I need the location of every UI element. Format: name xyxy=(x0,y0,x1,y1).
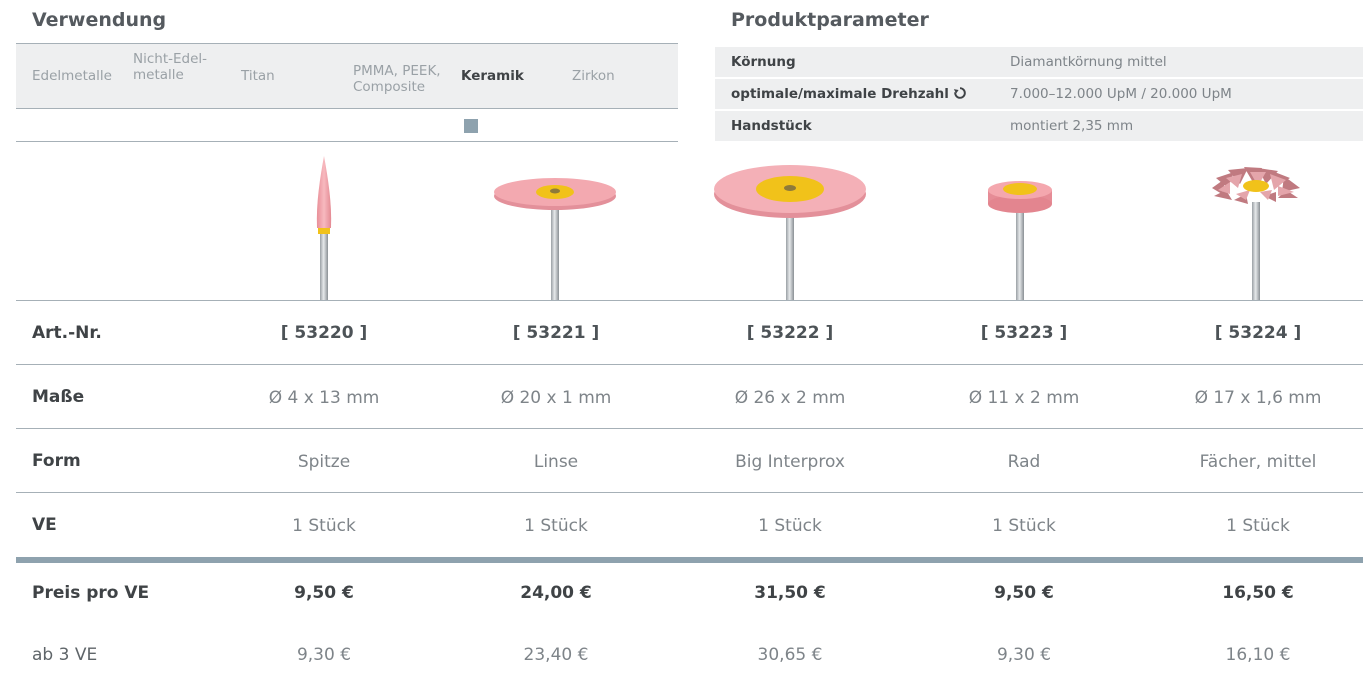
preis-53221: 24,00 € xyxy=(520,583,592,603)
material-edelmetalle: Edelmetalle xyxy=(32,68,112,84)
row-label-art-nr: Art.-Nr. xyxy=(32,323,102,343)
preis-53224: 16,50 € xyxy=(1222,583,1294,603)
row-label-ve: VE xyxy=(32,515,57,535)
ve-53220: 1 Stück xyxy=(292,516,356,536)
flame-icon xyxy=(316,156,332,300)
param-value-koernung: Diamantkörnung mittel xyxy=(1010,54,1167,70)
product-image-53222 xyxy=(712,148,872,300)
material-pmma-peek-composite: PMMA, PEEK, Composite xyxy=(353,63,441,95)
masse-53223: Ø 11 x 2 mm xyxy=(968,388,1080,408)
verwendung-header-row: Edelmetalle Nicht-Edel- metalle Titan PM… xyxy=(16,43,678,109)
param-key-drehzahl-label: optimale/maximale Drehzahl xyxy=(731,86,949,102)
wheel-icon xyxy=(988,181,1052,300)
ab3-preis-53223: 9,30 € xyxy=(996,645,1052,665)
produktparameter-title: Produktparameter xyxy=(731,9,929,31)
material-nicht-edelmetalle: Nicht-Edel- metalle xyxy=(133,51,208,83)
form-53224: Fächer, mittel xyxy=(1199,452,1317,472)
divider xyxy=(16,492,1363,493)
verwendung-title: Verwendung xyxy=(32,9,167,31)
masse-53222: Ø 26 x 2 mm xyxy=(734,388,846,408)
material-keramik: Keramik xyxy=(461,68,524,84)
ab3-preis-53222: 30,65 € xyxy=(757,645,823,665)
masse-53220: Ø 4 x 13 mm xyxy=(268,388,380,408)
keramik-marker xyxy=(464,119,478,133)
produktparameter-table: Körnung Diamantkörnung mittel optimale/m… xyxy=(715,47,1363,143)
param-row-handstueck: Handstück montiert 2,35 mm xyxy=(715,111,1363,143)
art-nr-53223: [ 53223 ] xyxy=(980,323,1068,343)
form-53220: Spitze xyxy=(297,452,351,472)
masse-53221: Ø 20 x 1 mm xyxy=(500,388,612,408)
product-image-53220 xyxy=(264,148,384,300)
param-key-drehzahl: optimale/maximale Drehzahl xyxy=(731,86,967,102)
param-key-handstueck: Handstück xyxy=(731,118,812,134)
form-53221: Linse xyxy=(533,452,579,472)
ve-53221: 1 Stück xyxy=(524,516,588,536)
lens-icon xyxy=(494,178,616,300)
rotation-icon xyxy=(953,87,966,99)
row-label-preis-pro-ve: Preis pro VE xyxy=(32,583,150,603)
price-divider-bar xyxy=(16,557,1363,563)
form-53223: Rad xyxy=(1007,452,1041,472)
param-row-drehzahl: optimale/maximale Drehzahl 7.000–12.000 … xyxy=(715,79,1363,111)
art-nr-53220: [ 53220 ] xyxy=(280,323,368,343)
material-titan: Titan xyxy=(241,68,275,84)
big-disc-icon xyxy=(714,165,866,300)
material-zirkon: Zirkon xyxy=(572,68,615,84)
product-image-53223 xyxy=(964,148,1074,300)
row-label-masse: Maße xyxy=(32,387,85,407)
form-53222: Big Interprox xyxy=(735,452,845,472)
ab3-preis-53221: 23,40 € xyxy=(523,645,589,665)
product-image-53224 xyxy=(1196,148,1316,300)
ve-53222: 1 Stück xyxy=(758,516,822,536)
art-nr-53224: [ 53224 ] xyxy=(1214,323,1302,343)
fan-brush-icon xyxy=(1212,167,1300,300)
ab3-preis-53220: 9,30 € xyxy=(296,645,352,665)
ve-53223: 1 Stück xyxy=(992,516,1056,536)
ab3-preis-53224: 16,10 € xyxy=(1225,645,1291,665)
row-label-ab-3-ve: ab 3 VE xyxy=(32,645,98,665)
row-label-form: Form xyxy=(32,451,81,471)
param-key-koernung: Körnung xyxy=(731,54,796,70)
art-nr-53222: [ 53222 ] xyxy=(746,323,834,343)
divider xyxy=(16,364,1363,365)
masse-53224: Ø 17 x 1,6 mm xyxy=(1194,388,1322,408)
param-value-drehzahl: 7.000–12.000 UpM / 20.000 UpM xyxy=(1010,86,1232,102)
art-nr-53221: [ 53221 ] xyxy=(512,323,600,343)
preis-53223: 9,50 € xyxy=(994,583,1054,603)
verwendung-table: Edelmetalle Nicht-Edel- metalle Titan PM… xyxy=(16,43,678,142)
param-value-handstueck: montiert 2,35 mm xyxy=(1010,118,1134,134)
preis-53220: 9,50 € xyxy=(294,583,354,603)
divider xyxy=(16,428,1363,429)
preis-53222: 31,50 € xyxy=(754,583,826,603)
param-row-koernung: Körnung Diamantkörnung mittel xyxy=(715,47,1363,79)
verwendung-marker-row xyxy=(16,109,678,142)
divider xyxy=(16,300,1363,301)
product-image-53221 xyxy=(492,148,622,300)
ve-53224: 1 Stück xyxy=(1226,516,1290,536)
